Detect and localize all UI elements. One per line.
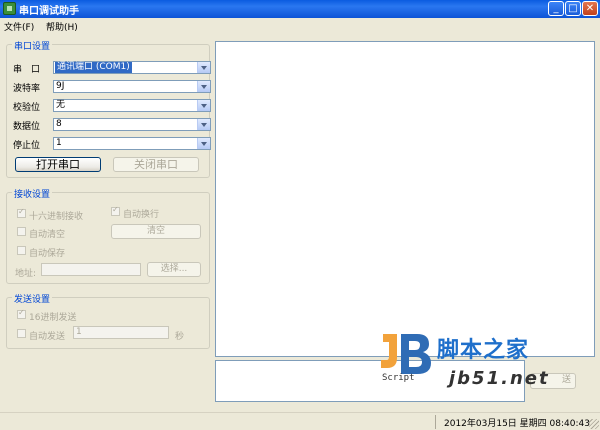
databits-label: 数据位 [13,122,41,132]
minimize-icon: _ [553,3,559,14]
stopbits-label: 停止位 [13,141,41,151]
status-separator [435,415,436,429]
chevron-down-icon[interactable] [197,100,210,111]
receive-settings-title: 接收设置 [12,187,53,200]
browse-button[interactable]: 选择... [147,262,201,277]
app-icon [3,2,16,15]
send-settings-title: 发送设置 [12,292,53,305]
hex-send-label: 16进制发送 [29,313,77,323]
parity-value: 无 [56,100,66,110]
auto-send-checkbox[interactable] [17,329,26,338]
address-label: 地址: [15,269,37,279]
status-bar: 2012年03月15日 星期四 08:40:43 [0,412,600,430]
serial-settings-group: 串口设置 串 口 通讯端口 (COM1) 波特率 9J 校验位 无 数据位 8 … [6,39,211,178]
auto-send-label: 自动发送 [29,332,66,342]
resize-grip-icon[interactable] [589,419,599,429]
watermark-url-text: jb51.net [449,368,550,389]
auto-clear-label: 自动清空 [29,230,66,240]
baud-value: 9J [56,81,65,91]
parity-label: 校验位 [13,103,41,113]
clear-button[interactable]: 清空 [111,224,201,239]
maximize-icon: □ [568,3,578,14]
close-port-button[interactable]: 关闭串口 [113,157,199,172]
port-select[interactable]: 通讯端口 (COM1) [53,61,211,74]
chevron-down-icon[interactable] [197,62,210,73]
chevron-down-icon[interactable] [197,119,210,130]
status-datetime: 2012年03月15日 星期四 08:40:43 [444,419,590,429]
close-icon: ✕ [585,3,595,14]
auto-save-checkbox[interactable] [17,246,26,255]
menu-bar: 文件(F) 帮助(H) [0,18,600,33]
close-button[interactable]: ✕ [582,1,598,16]
send-interval-input[interactable]: 1 [73,326,169,339]
menu-help[interactable]: 帮助(H) [46,20,78,33]
stopbits-value: 1 [56,138,62,148]
interval-unit-label: 秒 [175,332,185,342]
serial-settings-title: 串口设置 [12,39,53,52]
watermark-logo-text: Script [382,373,415,383]
receive-settings-group: 接收设置 十六进制接收 自动换行 自动清空 清空 自动保存 地址: 选择... [6,187,210,284]
watermark: Script 脚本之家 jb51.net [375,328,565,398]
auto-clear-checkbox[interactable] [17,227,26,236]
databits-value: 8 [56,119,62,129]
maximize-button[interactable]: □ [565,1,581,16]
hex-send-checkbox[interactable] [17,308,26,319]
receive-textarea[interactable] [215,41,595,357]
stopbits-select[interactable]: 1 [53,137,211,150]
auto-save-label: 自动保存 [29,249,66,259]
baud-label: 波特率 [13,84,41,94]
auto-newline-label: 自动换行 [123,210,160,220]
address-input[interactable] [41,263,141,276]
port-value: 通讯端口 (COM1) [55,62,132,73]
chevron-down-icon[interactable] [197,81,210,92]
chevron-down-icon[interactable] [197,138,210,149]
watermark-cn-text: 脚本之家 [437,338,530,363]
baud-select[interactable]: 9J [53,80,211,93]
title-bar[interactable]: 串口调试助手 _ □ ✕ [0,0,600,18]
hex-receive-label: 十六进制接收 [29,212,84,222]
port-label: 串 口 [13,65,41,75]
auto-newline-checkbox[interactable] [111,205,120,216]
hex-receive-checkbox[interactable] [17,207,26,218]
menu-file[interactable]: 文件(F) [4,20,34,33]
parity-select[interactable]: 无 [53,99,211,112]
send-settings-group: 发送设置 16进制发送 自动发送 1 秒 [6,292,210,349]
open-port-button[interactable]: 打开串口 [15,157,101,172]
minimize-button[interactable]: _ [548,1,564,16]
databits-select[interactable]: 8 [53,118,211,131]
window-title: 串口调试助手 [19,6,79,17]
